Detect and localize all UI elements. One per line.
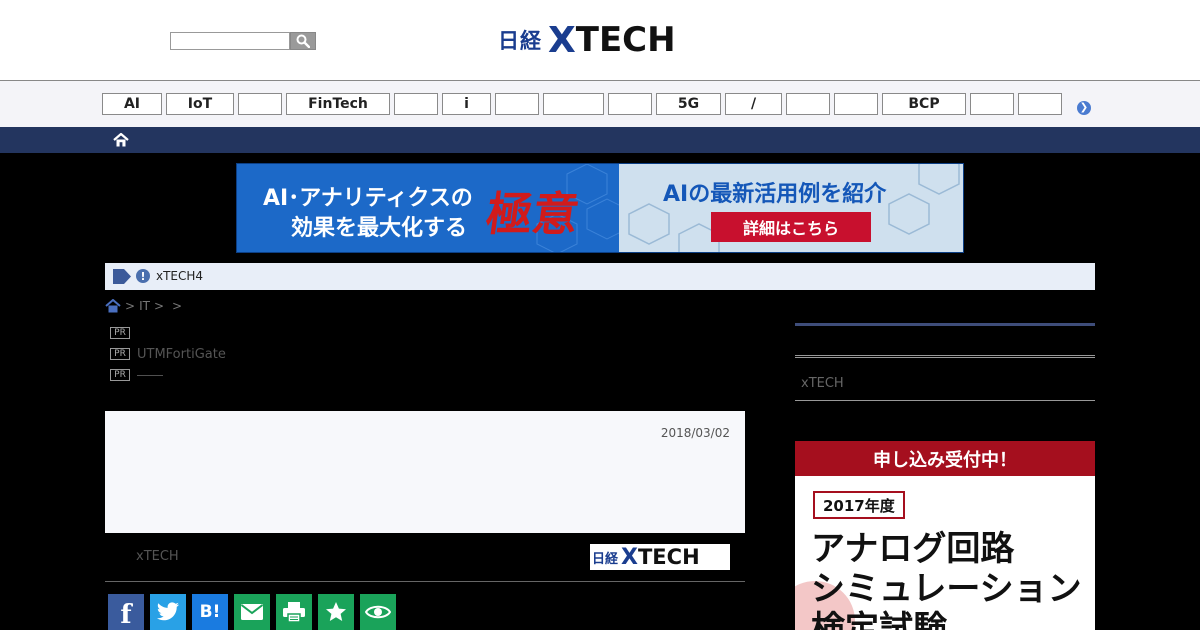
nav-item-5g[interactable]: 5G xyxy=(656,93,721,115)
hatena-icon: B! xyxy=(199,602,221,622)
ad-header: 申し込み受付中！ xyxy=(795,441,1095,476)
nav-item[interactable] xyxy=(1018,93,1062,115)
ad-title-line-3: 検定試験 xyxy=(811,609,947,630)
nav-item[interactable] xyxy=(495,93,539,115)
eye-icon xyxy=(365,605,391,619)
nav-item-fintech[interactable]: FinTech xyxy=(286,93,390,115)
breadcrumb-separator: > xyxy=(125,299,136,313)
site-logo[interactable]: 日経 X TECH xyxy=(498,19,676,61)
logo-x: X xyxy=(621,544,638,570)
article-byline: xTECH 日経 X TECH xyxy=(105,533,745,582)
sidebar-divider xyxy=(795,323,1095,326)
pr-item[interactable]: PR UTMFortiGate xyxy=(110,346,226,362)
nav-item[interactable] xyxy=(394,93,438,115)
logo-x: X xyxy=(548,19,576,61)
logo-nikkei: 日経 xyxy=(498,29,542,53)
search-icon xyxy=(296,34,310,48)
byline-logo[interactable]: 日経 X TECH xyxy=(590,544,730,570)
sidebar-divider xyxy=(795,355,1095,358)
pr-badge: PR xyxy=(110,327,130,339)
nav-item-slash[interactable]: / xyxy=(725,93,782,115)
banner-right-panel: AIの最新活用例を紹介 詳細はこちら xyxy=(619,164,963,252)
arrow-right-icon xyxy=(113,269,131,284)
facebook-share-button[interactable]: f xyxy=(108,594,144,630)
banner-details-button[interactable]: 詳細はこちら xyxy=(711,212,871,242)
notice-bar[interactable]: ! xTECH4 xyxy=(105,263,1095,290)
logo-nikkei: 日経 xyxy=(592,551,619,567)
banner-left-panel: AI･アナリティクスの 効果を最大化する 極意 xyxy=(237,164,619,252)
search-input[interactable] xyxy=(170,32,290,50)
article-date: 2018/03/02 xyxy=(660,426,730,440)
pr-text[interactable]: UTMFortiGate xyxy=(137,347,226,362)
print-button[interactable] xyxy=(276,594,312,630)
ad-year-badge: 2017年度 xyxy=(813,491,905,519)
home-icon xyxy=(113,132,129,147)
star-icon xyxy=(326,602,346,621)
nav-item[interactable] xyxy=(238,93,282,115)
sidebar-xtech-label[interactable]: xTECH xyxy=(801,376,844,391)
sidebar-divider xyxy=(795,400,1095,401)
banner-line-2: 効果を最大化する xyxy=(291,216,468,241)
category-nav: AI IoT FinTech i 5G / BCP ❯ xyxy=(0,81,1200,127)
sub-nav-bar xyxy=(0,127,1200,153)
pr-item[interactable]: PR xyxy=(110,325,137,341)
banner-line-1: AI･アナリティクスの xyxy=(263,186,473,211)
watch-button[interactable] xyxy=(360,594,396,630)
printer-icon xyxy=(283,602,305,623)
article-header: 2018/03/02 xyxy=(105,411,745,533)
byline-source: xTECH xyxy=(136,549,179,564)
breadcrumb-item-it[interactable]: IT xyxy=(139,299,150,313)
alert-icon: ! xyxy=(136,269,150,283)
breadcrumb: > IT > > xyxy=(105,298,182,314)
nav-item-i[interactable]: i xyxy=(442,93,491,115)
home-button[interactable] xyxy=(112,131,130,149)
nav-item[interactable] xyxy=(970,93,1014,115)
favorite-button[interactable] xyxy=(318,594,354,630)
mail-icon xyxy=(240,604,264,620)
banner-ad[interactable]: AI･アナリティクスの 効果を最大化する 極意 AIの最新活用例を紹介 詳細はこ… xyxy=(236,163,964,253)
pr-item[interactable]: PR ―― xyxy=(110,367,163,383)
nav-item[interactable] xyxy=(786,93,830,115)
breadcrumb-separator: > xyxy=(153,299,164,313)
logo-tech: TECH xyxy=(575,20,676,60)
pr-badge: PR xyxy=(110,348,130,360)
banner-kanji: 極意 xyxy=(482,187,583,241)
chevron-right-icon: ❯ xyxy=(1079,102,1089,113)
pr-badge: PR xyxy=(110,369,130,381)
twitter-icon xyxy=(157,602,179,621)
notice-text: xTECH4 xyxy=(156,269,204,283)
pr-text[interactable]: ―― xyxy=(137,368,163,383)
nav-item-bcp[interactable]: BCP xyxy=(882,93,966,115)
site-header: 日経 X TECH xyxy=(0,0,1200,81)
search-button[interactable] xyxy=(290,32,316,50)
nav-item[interactable] xyxy=(543,93,604,115)
sidebar-ad[interactable]: 申し込み受付中！ 2017年度 アナログ回路 シミュレーション 検定試験 xyxy=(795,441,1095,630)
hatena-bookmark-button[interactable]: B! xyxy=(192,594,228,630)
nav-item[interactable] xyxy=(608,93,652,115)
nav-next-button[interactable]: ❯ xyxy=(1077,101,1091,115)
home-icon[interactable] xyxy=(105,299,121,313)
breadcrumb-separator: > xyxy=(172,299,183,313)
social-share-bar: f B! xyxy=(108,594,396,630)
email-share-button[interactable] xyxy=(234,594,270,630)
facebook-icon: f xyxy=(120,600,132,630)
banner-right-headline: AIの最新活用例を紹介 xyxy=(663,182,887,207)
nav-item-iot[interactable]: IoT xyxy=(166,93,234,115)
nav-item-ai[interactable]: AI xyxy=(102,93,162,115)
logo-tech: TECH xyxy=(637,545,700,569)
nav-item[interactable] xyxy=(834,93,878,115)
twitter-share-button[interactable] xyxy=(150,594,186,630)
